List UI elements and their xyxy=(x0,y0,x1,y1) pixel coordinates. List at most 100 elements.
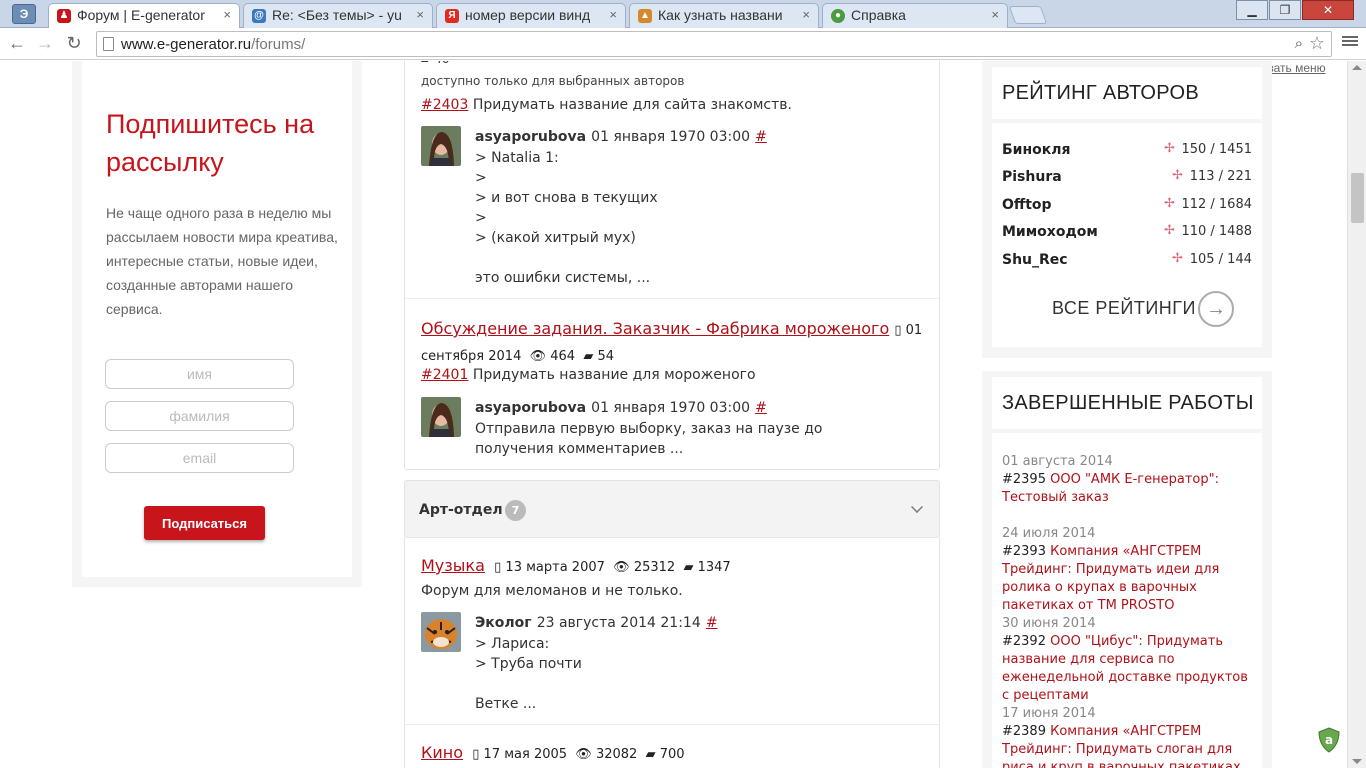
browser-tab-strip: Э ♟ Форум | E-generator × @ Re: <Без тем… xyxy=(0,0,1366,29)
works-body: 01 августа 2014 #2395 ООО "АМК Е-генерато… xyxy=(992,433,1262,768)
comment-icon: ▰ xyxy=(683,560,694,575)
author-name[interactable]: asyaporubova xyxy=(475,129,586,145)
forum-topics-block: ▰ 46 доступно только для выбранных автор… xyxy=(404,61,940,470)
avatar[interactable] xyxy=(421,126,461,166)
comments-count: 1347 xyxy=(697,560,731,575)
views-count: 32082 xyxy=(595,747,638,762)
task-line: #2403 Придумать название для сайта знако… xyxy=(421,97,792,113)
scrollbar-thumb[interactable] xyxy=(1351,173,1364,223)
work-item[interactable]: 17 июня 2014 #2389 Компания «АНГСТРЕМ Тре… xyxy=(1002,705,1257,768)
tab-close-icon[interactable]: × xyxy=(609,4,617,26)
topic-title-link[interactable]: Музыка xyxy=(421,556,485,575)
author-name[interactable]: asyaporubova xyxy=(475,400,586,416)
views-count: 464 xyxy=(550,349,576,364)
section-art-department[interactable]: Арт-отдел 7 xyxy=(404,480,940,538)
work-date: 24 июля 2014 xyxy=(1002,526,1096,541)
first-name-field[interactable] xyxy=(105,359,294,389)
last-name-field[interactable] xyxy=(105,401,294,431)
calendar-icon: ▯ xyxy=(472,747,480,762)
avatar[interactable] xyxy=(421,397,461,437)
topic-icecream: Обсуждение задания. Заказчик - Фабрика м… xyxy=(405,299,939,469)
rating-author: Pishura xyxy=(1002,169,1062,185)
tab-yandex[interactable]: Я номер версии винд × xyxy=(436,3,626,28)
minimize-icon[interactable]: ▁ xyxy=(1236,0,1268,20)
task-line: #2401 Придумать название для мороженого xyxy=(421,367,756,383)
avatar[interactable] xyxy=(421,612,461,652)
topic-date: 13 марта 2007 xyxy=(505,560,605,575)
tab-close-icon[interactable]: × xyxy=(223,4,231,26)
task-number-link[interactable]: #2401 xyxy=(421,367,468,383)
bookmark-star-icon[interactable]: ☆ xyxy=(1309,33,1325,54)
rating-title: РЕЙТИНГ АВТОРОВ xyxy=(1002,82,1199,104)
zoom-icon[interactable]: ⌕ xyxy=(1295,35,1303,52)
forward-arrow-icon[interactable]: → xyxy=(34,32,56,54)
topic-cinema: Кино ▯ 17 мая 2005 👁 32082 ▰ 700 xyxy=(405,725,939,768)
rating-row[interactable]: Shu_Rec ✢ 105 / 144 xyxy=(1002,250,1252,270)
comment-count-value: 46 xyxy=(434,61,449,66)
eye-icon: 👁 xyxy=(613,560,630,575)
post-header: Эколог 23 августа 2014 21:14 # xyxy=(475,612,718,631)
restricted-note: доступно только для выбранных авторов xyxy=(421,74,685,88)
tab-help[interactable]: ● Справка × xyxy=(822,3,1008,28)
arrow-right-icon[interactable]: → xyxy=(1198,291,1234,327)
address-bar[interactable]: www.e-generator.ru/forums/ ⌕ ☆ xyxy=(96,31,1332,57)
apps-icon[interactable]: Э xyxy=(12,4,36,24)
restore-icon[interactable]: ❐ xyxy=(1269,0,1301,20)
tab-mail[interactable]: @ Re: <Без темы> - yu × xyxy=(243,3,433,28)
task-number-link[interactable]: #2403 xyxy=(421,97,468,113)
topic-header: Обсуждение задания. Заказчик - Фабрика м… xyxy=(421,317,926,369)
work-item[interactable]: 24 июля 2014 #2393 Компания «АНГСТРЕМ Тре… xyxy=(1002,525,1257,615)
topic-title-link[interactable]: Обсуждение задания. Заказчик - Фабрика м… xyxy=(421,319,889,338)
all-ratings-link[interactable]: ВСЕ РЕЙТИНГИ xyxy=(1052,298,1196,319)
tab-howto[interactable]: ▲ Как узнать названи × xyxy=(629,3,819,28)
rating-row[interactable]: Бинокля ✢ 150 / 1451 xyxy=(1002,140,1252,160)
topic-title-link[interactable]: Кино xyxy=(421,743,463,762)
comments-count: 700 xyxy=(659,747,685,762)
reload-icon[interactable]: ↻ xyxy=(63,32,85,54)
rating-row[interactable]: Pishura ✢ 113 / 221 xyxy=(1002,167,1252,187)
views-count: 25312 xyxy=(633,560,676,575)
section-name: Арт-отдел xyxy=(419,502,503,518)
scroll-up-icon[interactable] xyxy=(1352,65,1362,70)
browser-menu-icon[interactable] xyxy=(1342,34,1358,50)
mail-favicon-icon: @ xyxy=(252,9,266,23)
rating-value: 150 / 1451 xyxy=(1181,142,1252,157)
new-tab-button[interactable] xyxy=(1008,6,1048,24)
rating-row[interactable]: Offtop ✢ 112 / 1684 xyxy=(1002,195,1252,215)
tab-close-icon[interactable]: × xyxy=(802,4,810,26)
comment-count: ▰ 46 xyxy=(421,61,449,66)
post-anchor-link[interactable]: # xyxy=(755,129,767,145)
post-anchor-link[interactable]: # xyxy=(706,615,718,631)
page-scrollbar[interactable] xyxy=(1347,61,1366,768)
rating-row[interactable]: Мимоходом ✢ 110 / 1488 xyxy=(1002,222,1252,242)
email-field[interactable] xyxy=(105,443,294,473)
post-date: 01 января 1970 03:00 xyxy=(591,400,751,416)
work-item[interactable]: 01 августа 2014 #2395 ООО "АМК Е-генерато… xyxy=(1002,453,1257,507)
author-name[interactable]: Эколог xyxy=(475,615,532,631)
chevron-down-icon[interactable] xyxy=(911,501,923,513)
warning-favicon-icon: ▲ xyxy=(638,9,652,23)
topic-meta: ▯ 17 мая 2005 👁 32082 ▰ 700 xyxy=(468,747,684,762)
post-date: 01 января 1970 03:00 xyxy=(591,129,751,145)
tab-title: Re: <Без темы> - yu xyxy=(272,7,402,23)
rating-value: 112 / 1684 xyxy=(1181,197,1252,212)
svg-text:a: a xyxy=(1325,733,1333,747)
rating-author: Offtop xyxy=(1002,197,1052,213)
tab-forum[interactable]: ♟ Форум | E-generator × xyxy=(48,3,240,29)
rating-spark-icon: ✢ xyxy=(1164,222,1175,237)
post-date: 23 августа 2014 21:14 xyxy=(536,615,701,631)
tab-close-icon[interactable]: × xyxy=(416,4,424,26)
tab-close-icon[interactable]: × xyxy=(991,4,999,26)
work-item[interactable]: 30 июня 2014 #2392 ООО "Цибус": Придумать… xyxy=(1002,615,1257,705)
close-window-icon[interactable]: ✕ xyxy=(1302,0,1354,20)
rating-spark-icon: ✢ xyxy=(1164,140,1175,155)
subscribe-button[interactable]: Подписаться xyxy=(144,506,265,540)
adguard-shield-icon[interactable]: a xyxy=(1318,727,1340,753)
post-anchor-link[interactable]: # xyxy=(755,400,767,416)
task-text: Придумать название для мороженого xyxy=(472,367,756,383)
scroll-down-icon[interactable] xyxy=(1352,759,1362,764)
work-date: 30 июня 2014 xyxy=(1002,616,1096,631)
forum-section-topics: Музыка ▯ 13 марта 2007 👁 25312 ▰ 1347 Фо… xyxy=(404,538,940,768)
back-arrow-icon[interactable]: ← xyxy=(6,32,28,54)
post-header: asyaporubova 01 января 1970 03:00 # xyxy=(475,397,767,416)
